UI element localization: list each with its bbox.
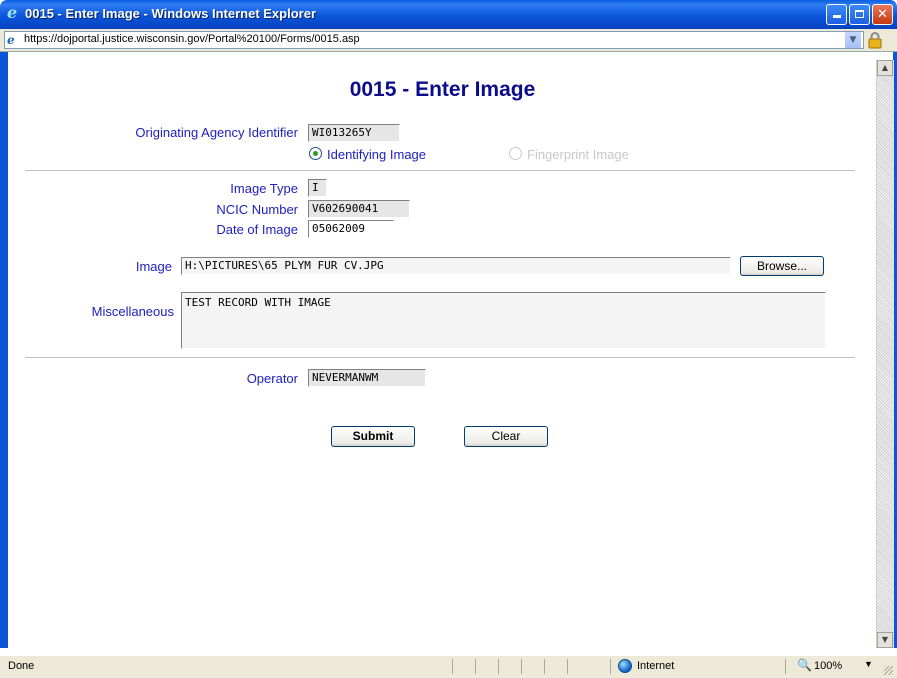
url-field[interactable]: e https://dojportal.justice.wisconsin.go… <box>4 31 864 49</box>
divider <box>25 170 855 171</box>
image-label: Image <box>135 259 172 274</box>
identifying-image-label: Identifying Image <box>327 147 427 162</box>
page-icon: e <box>7 33 15 47</box>
radio-identifying-image[interactable]: Identifying Image <box>309 147 426 162</box>
image-file-input[interactable]: H:\PICTURES\65 PLYM FUR CV.JPG <box>181 257 731 275</box>
operator-field[interactable]: NEVERMANWM <box>308 369 426 387</box>
vertical-scrollbar[interactable]: ▲ ▼ <box>876 60 894 648</box>
zoom-level[interactable]: 100% <box>814 660 842 672</box>
clear-button[interactable]: Clear <box>464 426 548 447</box>
close-icon: ✕ <box>877 7 888 22</box>
close-button[interactable]: ✕ <box>872 4 893 25</box>
window-title: 0015 - Enter Image - Windows Internet Ex… <box>25 6 317 21</box>
operator-label: Operator <box>246 371 298 386</box>
ori-field[interactable]: WI013265Y <box>308 124 400 142</box>
submit-button[interactable]: Submit <box>331 426 415 447</box>
date-of-image-label: Date of Image <box>216 222 298 237</box>
scroll-up-button[interactable]: ▲ <box>877 60 893 76</box>
browse-button[interactable]: Browse... <box>740 256 824 276</box>
minimize-button[interactable] <box>826 4 847 25</box>
maximize-button[interactable] <box>849 4 870 25</box>
divider <box>25 357 855 358</box>
status-separator <box>785 659 786 674</box>
ncic-number-field[interactable]: V602690041 <box>308 200 410 218</box>
page-title: 0015 - Enter Image <box>349 78 536 101</box>
ie-logo-icon: e <box>7 3 18 22</box>
scroll-down-button[interactable]: ▼ <box>877 632 893 648</box>
url-dropdown-button[interactable]: ▼ <box>845 32 861 48</box>
status-text: Done <box>8 660 35 672</box>
zoom-dropdown-icon[interactable]: ▼ <box>864 659 873 669</box>
status-bar: Done Internet 🔍 100% ▼ <box>0 655 897 678</box>
status-separator <box>521 659 522 674</box>
status-separator <box>567 659 568 674</box>
status-separator <box>452 659 453 674</box>
miscellaneous-textarea[interactable]: TEST RECORD WITH IMAGE <box>181 292 826 349</box>
date-of-image-field[interactable]: 05062009 <box>308 220 394 238</box>
status-separator <box>498 659 499 674</box>
miscellaneous-label: Miscellaneous <box>91 304 174 319</box>
address-bar: e https://dojportal.justice.wisconsin.go… <box>0 29 897 52</box>
radio-unselected-icon <box>509 147 522 160</box>
status-separator <box>544 659 545 674</box>
radio-fingerprint-image[interactable]: Fingerprint Image <box>509 147 629 162</box>
lock-icon[interactable] <box>866 31 884 49</box>
globe-icon <box>618 659 632 673</box>
radio-selected-icon <box>309 147 322 160</box>
ncic-number-label: NCIC Number <box>216 202 298 217</box>
fingerprint-image-label: Fingerprint Image <box>527 147 629 162</box>
maximize-icon <box>855 10 864 18</box>
url-text: https://dojportal.justice.wisconsin.gov/… <box>24 33 360 45</box>
zoom-icon: 🔍 <box>797 658 812 672</box>
status-separator <box>475 659 476 674</box>
image-type-label: Image Type <box>230 181 298 196</box>
resize-grip-icon[interactable] <box>884 666 893 675</box>
image-type-field[interactable]: I <box>308 179 327 197</box>
security-zone-text: Internet <box>637 660 675 672</box>
status-separator <box>610 659 611 674</box>
minimize-icon <box>832 15 841 18</box>
ori-label: Originating Agency Identifier <box>135 125 298 140</box>
page-content <box>8 52 876 648</box>
window-frame-left <box>0 52 8 648</box>
